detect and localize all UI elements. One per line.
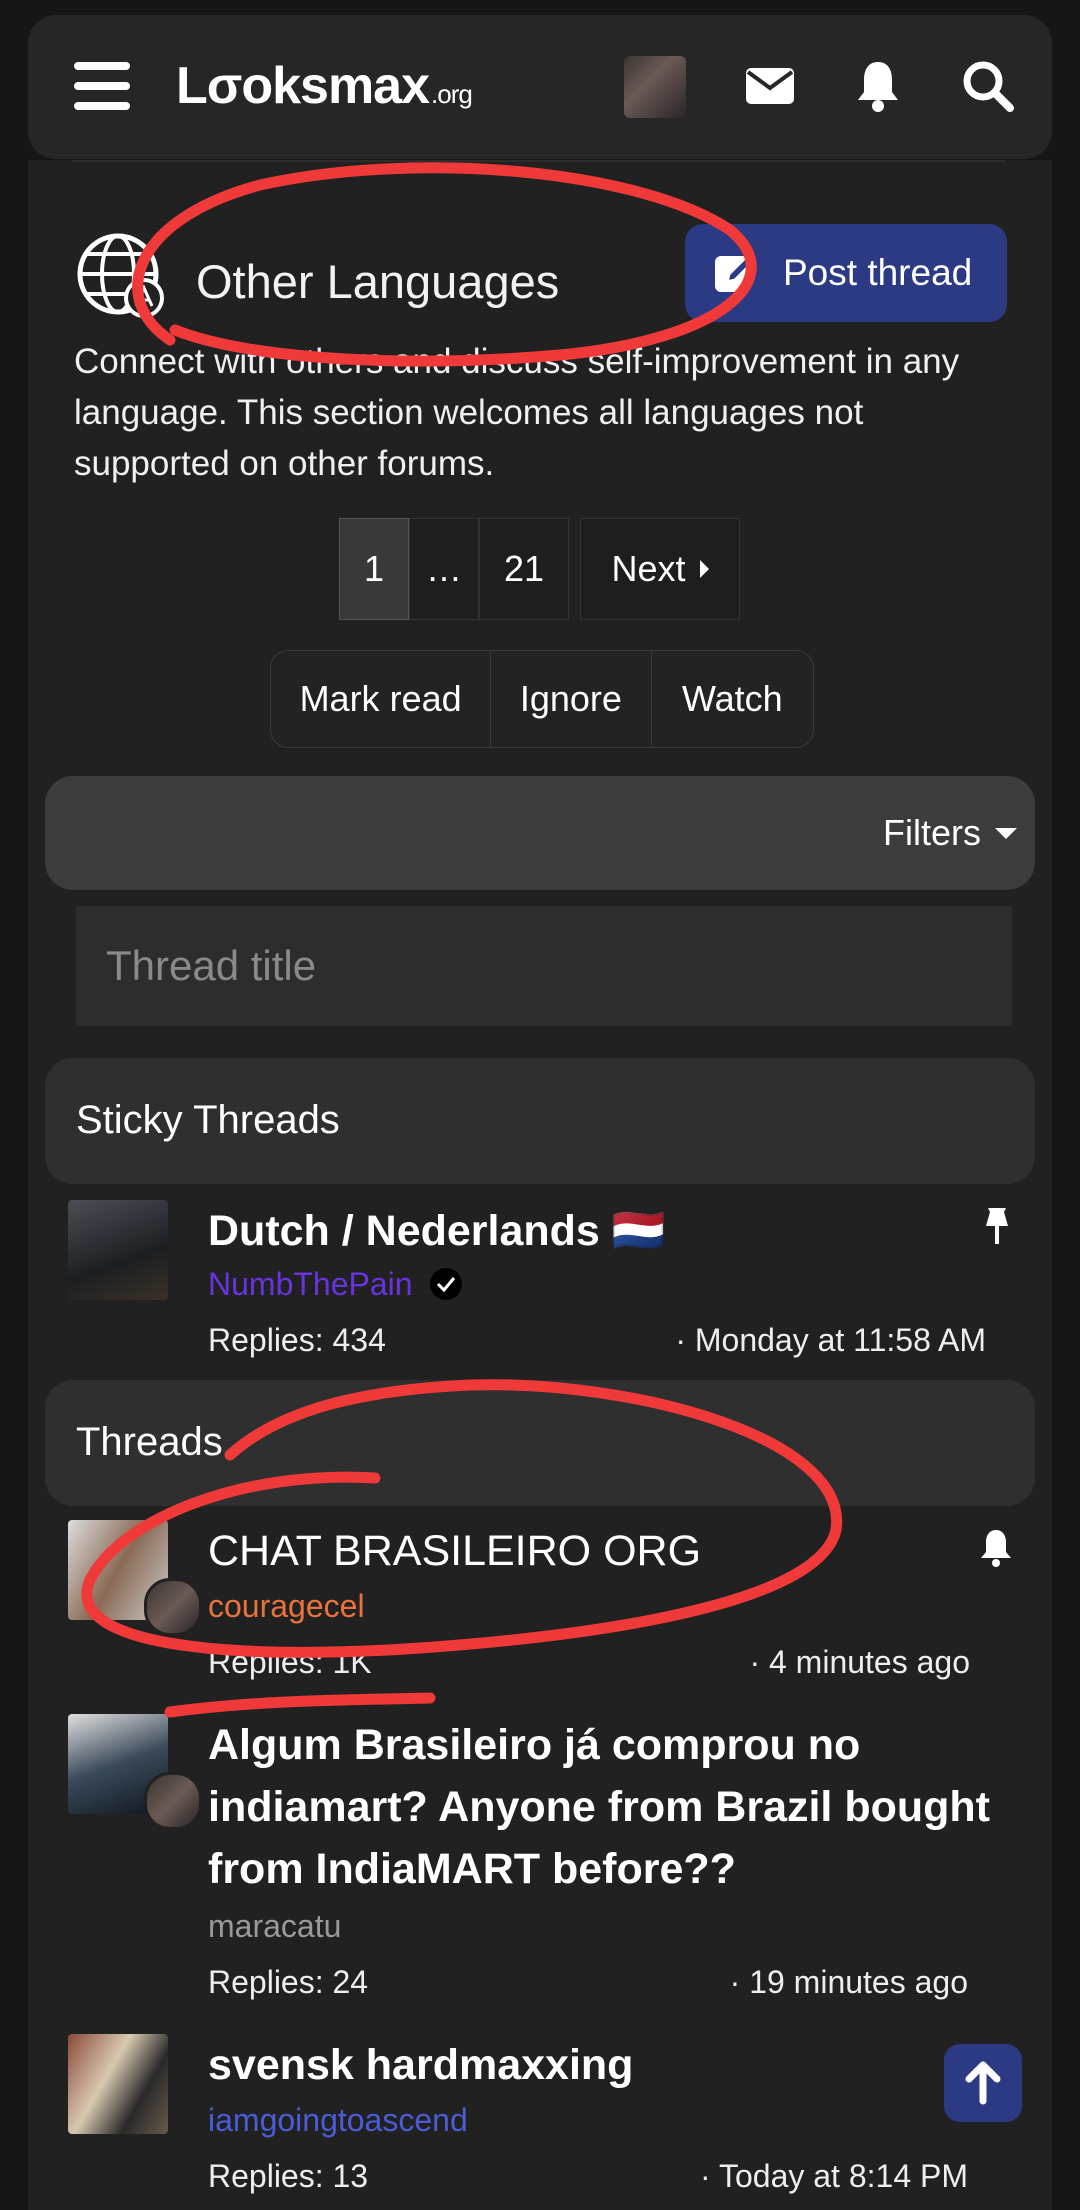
page-1-button[interactable]: 1 — [339, 518, 409, 620]
globe-icon — [74, 228, 170, 324]
menu-icon[interactable] — [74, 62, 130, 110]
mark-read-button[interactable]: Mark read — [271, 651, 492, 747]
thread-last-post-time[interactable]: · Today at 8:14 PM — [700, 2158, 968, 2195]
thread-last-post-time[interactable]: · 4 minutes ago — [749, 1644, 970, 1681]
caret-down-icon — [995, 827, 1017, 839]
thread-author[interactable]: iamgoingtoascend — [208, 2102, 468, 2139]
pin-icon — [980, 1206, 1014, 1251]
thread-title-search-input[interactable] — [76, 906, 1012, 1026]
avatar[interactable] — [68, 2034, 168, 2134]
post-thread-button[interactable]: Post thread — [685, 224, 1007, 322]
filters-label: Filters — [883, 812, 981, 853]
next-page-label: Next — [611, 548, 686, 589]
bell-icon — [978, 1528, 1014, 1573]
page-ellipsis-button[interactable]: … — [409, 518, 479, 620]
verified-badge-icon — [430, 1268, 463, 1300]
thread-replies: Replies: 1K — [208, 1644, 372, 1680]
thread-title[interactable]: CHAT BRASILEIRO ORG — [208, 1520, 701, 1582]
threads-title: Threads — [76, 1420, 223, 1464]
thread-last-post-time[interactable]: · 19 minutes ago — [730, 1964, 968, 2001]
caret-right-icon — [699, 560, 709, 578]
thread-author[interactable]: NumbThePain — [208, 1266, 463, 1303]
page-21-button[interactable]: 21 — [479, 518, 569, 620]
sticky-threads-title: Sticky Threads — [76, 1098, 340, 1142]
filters-button[interactable]: Filters — [883, 812, 1017, 854]
forum-title: Other Languages — [196, 255, 560, 308]
arrow-up-icon — [965, 2061, 1001, 2105]
next-page-button[interactable]: Next — [580, 518, 740, 620]
last-poster-avatar[interactable] — [144, 1578, 202, 1636]
thread-title[interactable]: Algum Brasileiro já comprou no indiamart… — [208, 1714, 1008, 1900]
thread-replies: Replies: 13 — [208, 2158, 369, 2194]
thread-replies: Replies: 24 — [208, 1964, 369, 2000]
thread-author[interactable]: couragecel — [208, 1588, 365, 1625]
nav-divider — [72, 160, 1006, 162]
watch-button[interactable]: Watch — [652, 651, 813, 747]
last-poster-avatar[interactable] — [144, 1772, 202, 1830]
thread-replies: Replies: 434 — [208, 1322, 386, 1358]
forum-description: Connect with others and discuss self-imp… — [74, 342, 960, 483]
thread-title[interactable]: svensk hardmaxxing — [208, 2034, 633, 2096]
edit-icon — [715, 253, 756, 292]
forum-actions-group: Mark read Ignore Watch — [270, 650, 814, 748]
avatar[interactable] — [68, 1200, 168, 1300]
bell-icon[interactable] — [848, 56, 908, 116]
search-icon[interactable] — [958, 56, 1018, 116]
site-logo[interactable]: Lσoksmax.org — [176, 56, 473, 116]
thread-last-post-time[interactable]: · Monday at 11:58 AM — [675, 1322, 986, 1359]
thread-title[interactable]: Dutch / Nederlands 🇳🇱 — [208, 1200, 665, 1262]
user-avatar[interactable] — [624, 56, 686, 118]
logo-suffix: .org — [431, 79, 473, 109]
thread-author[interactable]: maracatu — [208, 1908, 341, 1945]
post-thread-label: Post thread — [783, 252, 973, 293]
envelope-icon[interactable] — [740, 56, 800, 116]
scroll-to-top-button[interactable] — [944, 2044, 1022, 2122]
logo-text: Lσoksmax — [176, 57, 430, 115]
ignore-button[interactable]: Ignore — [491, 651, 652, 747]
author-name: NumbThePain — [208, 1266, 413, 1302]
